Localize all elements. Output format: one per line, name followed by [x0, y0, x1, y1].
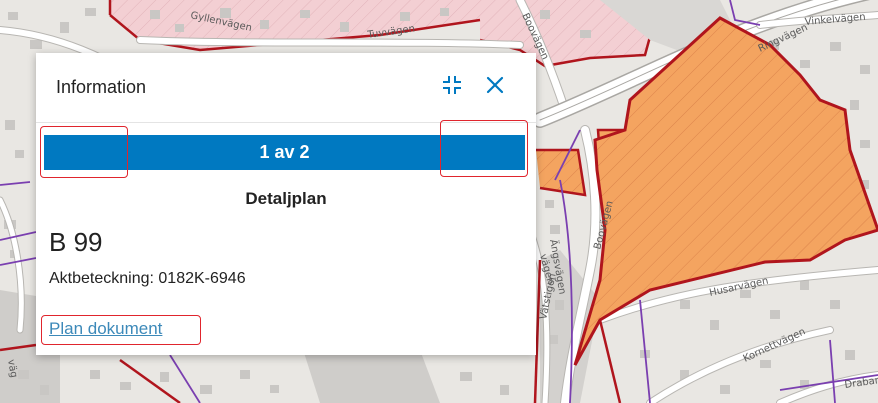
previous-feature-button[interactable] — [40, 126, 128, 178]
popup-header: Information — [36, 53, 536, 123]
close-icon — [485, 75, 505, 100]
information-popup: Information 1 av 2 Detaljplan B 99 Aktbe… — [36, 53, 536, 355]
collapse-arrows-icon — [442, 75, 462, 100]
aktbeteckning-text: Aktbeteckning: 0182K-6946 — [49, 270, 246, 287]
pager-label: 1 av 2 — [259, 142, 310, 162]
plan-document-link[interactable]: Plan dokument — [49, 319, 162, 339]
close-button[interactable] — [483, 75, 507, 99]
popup-title: Information — [56, 77, 147, 97]
next-feature-button[interactable] — [440, 120, 528, 177]
section-title: Detaljplan — [245, 189, 327, 208]
collapse-button[interactable] — [440, 75, 464, 99]
plan-name: B 99 — [49, 227, 103, 257]
